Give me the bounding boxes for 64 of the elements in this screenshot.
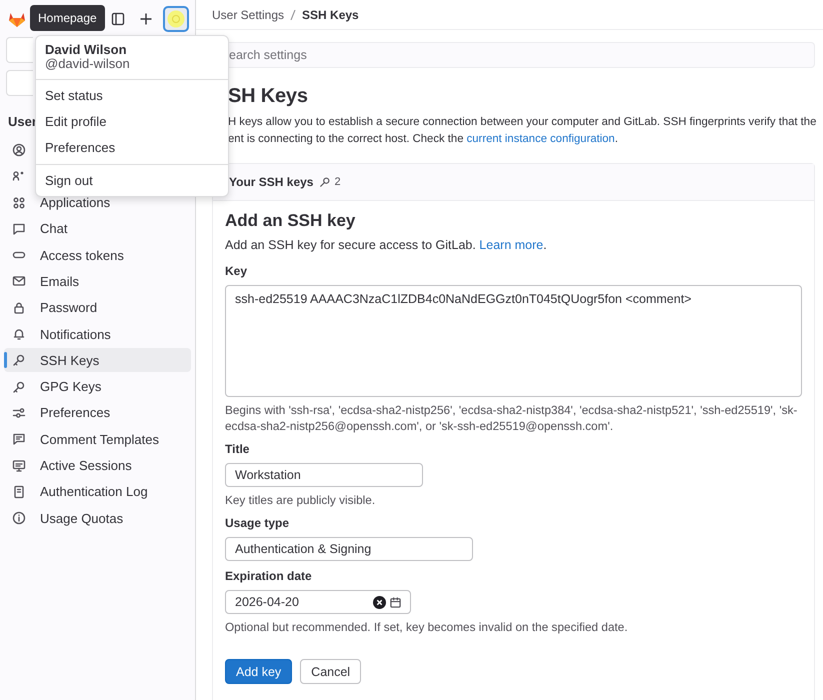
help-text: Optional but recommended. If set, key becomes invalid on the specified date.: [225, 619, 629, 635]
page-title: SH Keys: [228, 84, 309, 108]
comment-icon: [12, 432, 26, 446]
avatar-button[interactable]: [163, 6, 189, 32]
field-label: Key: [225, 264, 248, 278]
document-icon: [12, 484, 26, 499]
form-title: Add an SSH key: [225, 211, 356, 231]
sidebar-item[interactable]: Password: [4, 296, 191, 320]
username: @david-wilson: [45, 57, 131, 71]
envelope-icon: [12, 274, 26, 288]
sidebar-item[interactable]: Preferences: [4, 400, 191, 425]
help-text: Key titles are publicly visible.: [225, 492, 376, 508]
calendar-icon[interactable]: [390, 596, 401, 608]
menu-item[interactable]: Edit profile: [36, 109, 228, 135]
key-field[interactable]: ssh-ed25519 AAAAC3NzaC1lZDB4c0NaNdEGGzt0nT045tQUogr5fon <comment>: [225, 285, 802, 397]
sidebar-item[interactable]: Emails: [4, 269, 191, 294]
sidebar-item[interactable]: Access tokens: [4, 243, 191, 268]
info-icon: [12, 511, 26, 526]
sliders-icon: [12, 406, 26, 420]
sidebar-item[interactable]: Notifications: [4, 322, 191, 346]
menu-item[interactable]: Sign out: [36, 168, 228, 193]
sidebar-item[interactable]: Applications: [4, 190, 191, 215]
form-intro: Add an SSH key for secure access to GitLab. Learn more.: [225, 238, 548, 252]
field-label: Usage type: [225, 516, 290, 530]
sidebar-item[interactable]: GPG Keys: [4, 374, 191, 399]
tooltip: Homepage: [30, 5, 105, 31]
description-text: ent is connecting to the correct host. Check the current instance configuration.: [228, 132, 619, 147]
speech-bubble-icon: [12, 222, 26, 236]
user-name: David Wilson: [45, 43, 128, 57]
breadcrumb-link[interactable]: User Settings: [212, 8, 284, 22]
breadcrumb-link[interactable]: SSH Keys: [302, 8, 359, 22]
clear-icon[interactable]: [373, 596, 386, 608]
menu-item[interactable]: Set status: [36, 83, 228, 109]
group-icon: [12, 169, 26, 184]
monitor-icon: [12, 458, 26, 473]
sidebar-item[interactable]: SSH Keys: [4, 348, 191, 372]
key-icon: [12, 353, 26, 368]
key-icon: [12, 380, 26, 394]
title-field[interactable]: Workstation: [225, 463, 423, 487]
configuration-link[interactable]: current instance configuration: [466, 133, 615, 145]
field-label: Title: [225, 442, 250, 456]
sidebar-item[interactable]: Chat: [4, 216, 191, 241]
sidebar-item[interactable]: Usage Quotas: [4, 506, 191, 530]
section-heading: User: [8, 114, 37, 129]
lock-icon: [12, 300, 26, 315]
bell-icon: [12, 327, 26, 342]
sidebar-item[interactable]: Active Sessions: [4, 454, 191, 478]
sidebar-item[interactable]: Authentication Log: [4, 480, 191, 504]
description-text: H keys allow you to establish a secure connection between your computer and GitLab. SSH fingerprints verify that the: [228, 115, 815, 130]
field-label: Expiration date: [225, 569, 313, 583]
help-text: Begins with 'ssh-rsa', 'ecdsa-sha2-nistp256', 'ecdsa-sha2-nistp384', 'ecdsa-sha2-nistp521', 'ssh-ed25519', 'sk-ecdsa-sha2-nistp256@openssh.com', or 'sk-ssh-ed25519@openssh.com'.: [225, 402, 798, 434]
key-count: 2: [334, 176, 341, 188]
cancel-button[interactable]: Cancel: [300, 659, 362, 684]
menu-item[interactable]: Preferences: [36, 135, 228, 161]
sidebar-item[interactable]: Comment Templates: [4, 427, 191, 452]
grid-icon: [12, 196, 26, 210]
learn-more-link[interactable]: Learn more: [479, 238, 544, 252]
usage-type-field[interactable]: Authentication & Signing: [225, 537, 473, 561]
person-icon: [12, 143, 26, 157]
slash-icon: [290, 10, 296, 20]
date-field[interactable]: 2026-04-20: [225, 590, 411, 614]
add-key-button[interactable]: Add key: [225, 659, 292, 684]
key-icon: [319, 176, 332, 188]
card-title: Your SSH keys: [229, 175, 314, 189]
